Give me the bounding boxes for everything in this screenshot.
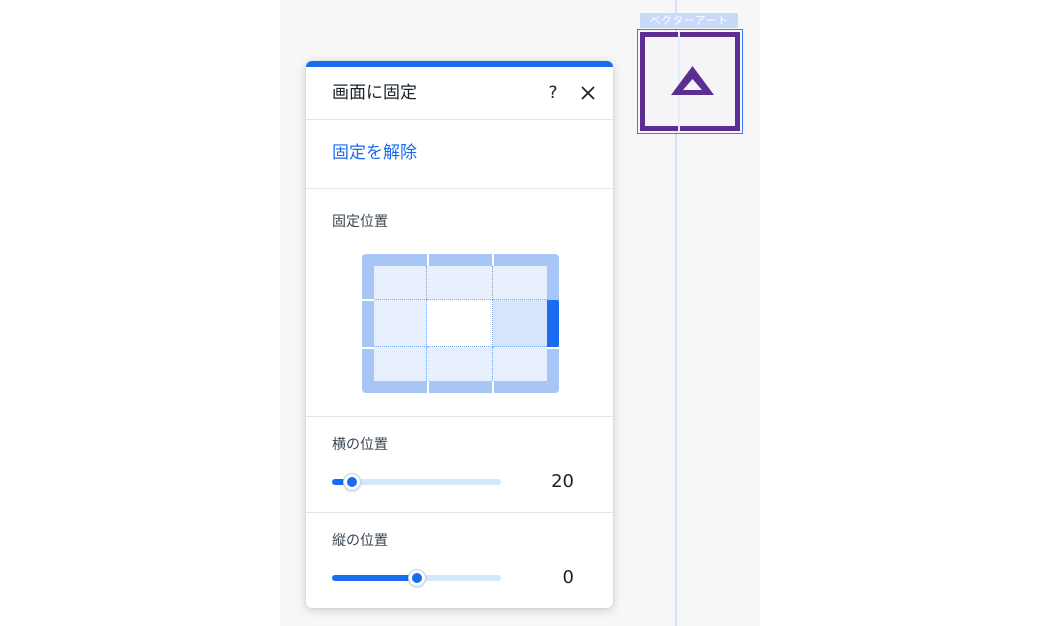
position-cell-middle-left[interactable] [374,300,427,347]
panel-title: 画面に固定 [332,83,417,103]
vertical-position-value[interactable]: 0 [506,565,574,591]
panel-header: 画面に固定 ? [306,67,613,120]
vertical-position-section: 縦の位置 0 [306,513,613,608]
grid-notch [362,299,374,301]
horizontal-position-slider[interactable] [332,474,501,490]
unpin-link[interactable]: 固定を解除 [332,120,417,186]
grid-notch [547,347,559,349]
position-cell-top-center[interactable] [427,266,493,300]
horizontal-position-label: 横の位置 [332,437,388,453]
close-button[interactable] [578,82,598,104]
position-cell-bottom-right[interactable] [493,347,547,381]
grid-notch [492,381,494,393]
horizontal-position-value[interactable]: 20 [506,469,574,495]
vertical-position-slider[interactable] [332,570,501,586]
vertical-position-label: 縦の位置 [332,533,388,549]
grid-notch [492,254,494,266]
pin-to-screen-panel: 画面に固定 ? 固定を解除 固定位置 横の位置 20 縦の位置 0 [306,61,613,608]
triangle-icon [671,66,714,95]
selected-edge-marker [547,300,559,347]
vertical-slider-thumb[interactable] [408,570,425,586]
position-cell-bottom-center[interactable] [427,347,493,381]
grid-notch [427,381,429,393]
position-cell-middle-right[interactable] [493,300,547,347]
position-cell-top-right[interactable] [493,266,547,300]
close-icon [581,86,595,100]
pin-position-grid [362,254,559,393]
unpin-section: 固定を解除 [306,120,613,189]
vector-art-element[interactable] [640,32,740,131]
position-cell-bottom-left[interactable] [374,347,427,381]
pin-position-section: 固定位置 [306,189,613,417]
grid-notch [362,347,374,349]
vertical-slider-fill [332,575,417,581]
help-button[interactable]: ? [542,81,564,105]
element-name-tag: ベクターアート [640,13,738,28]
grid-notch [427,254,429,266]
position-cell-top-left[interactable] [374,266,427,300]
horizontal-slider-thumb[interactable] [344,474,361,490]
position-cell-center[interactable] [427,300,493,347]
pin-position-label: 固定位置 [332,214,388,230]
horizontal-position-section: 横の位置 20 [306,417,613,513]
pin-position-cells [374,266,547,381]
